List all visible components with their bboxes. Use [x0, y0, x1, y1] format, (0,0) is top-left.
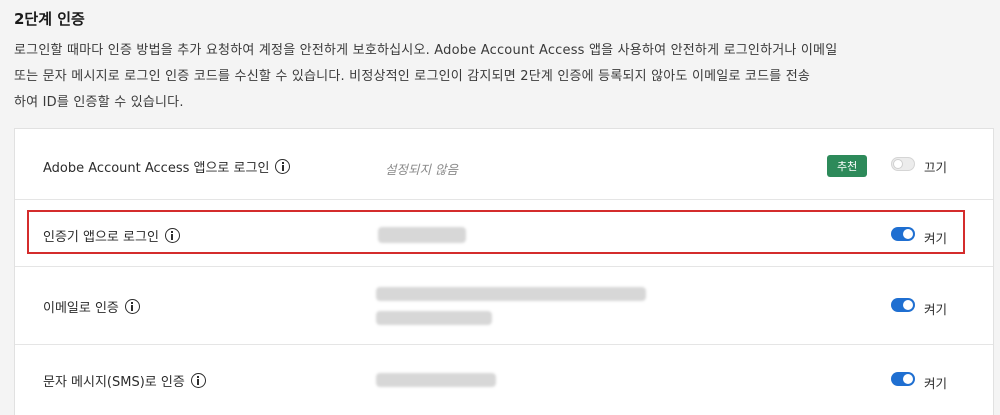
toggle-label: 켜기: [924, 376, 948, 391]
highlight-box: [27, 210, 965, 254]
redacted-value: [376, 311, 492, 325]
toggle-knob: [893, 159, 903, 169]
section-title: 2단계 인증: [14, 10, 85, 28]
row-label: 이메일로 인증: [43, 301, 119, 316]
row-sms-auth: 문자 메시지(SMS)로 인증 켜기: [15, 345, 993, 415]
section-description: 로그인할 때마다 인증 방법을 추가 요청하여 계정을 안전하게 보호하십시오.…: [14, 38, 999, 116]
redacted-value: [376, 373, 496, 387]
toggle-label: 켜기: [924, 302, 948, 317]
toggle-switch[interactable]: [891, 372, 915, 386]
row-adobe-account-access: Adobe Account Access 앱으로 로그인 설정되지 않음 추천 …: [15, 129, 993, 200]
row-label: Adobe Account Access 앱으로 로그인: [43, 161, 270, 176]
toggle-label: 끄기: [924, 160, 948, 175]
info-icon[interactable]: [275, 159, 291, 174]
status-value: 설정되지 않음: [385, 162, 458, 177]
toggle-switch[interactable]: [891, 298, 915, 312]
description-line-3: 하여 ID를 인증할 수 있습니다.: [14, 95, 184, 110]
recommended-badge: 추천: [827, 155, 868, 177]
description-line-1: 로그인할 때마다 인증 방법을 추가 요청하여 계정을 안전하게 보호하십시오.…: [14, 43, 838, 58]
row-label: 문자 메시지(SMS)로 인증: [43, 375, 185, 390]
redacted-value: [376, 287, 646, 301]
two-factor-card: Adobe Account Access 앱으로 로그인 설정되지 않음 추천 …: [14, 128, 994, 415]
description-line-2: 또는 문자 메시지로 로그인 인증 코드를 수신할 수 있습니다. 비정상적인 …: [14, 69, 811, 84]
toggle-knob: [903, 374, 913, 384]
info-icon[interactable]: [124, 299, 140, 314]
info-icon[interactable]: [190, 373, 206, 388]
toggle-switch[interactable]: [891, 157, 915, 171]
toggle-knob: [903, 300, 913, 310]
row-email-auth: 이메일로 인증 켜기: [15, 267, 993, 345]
